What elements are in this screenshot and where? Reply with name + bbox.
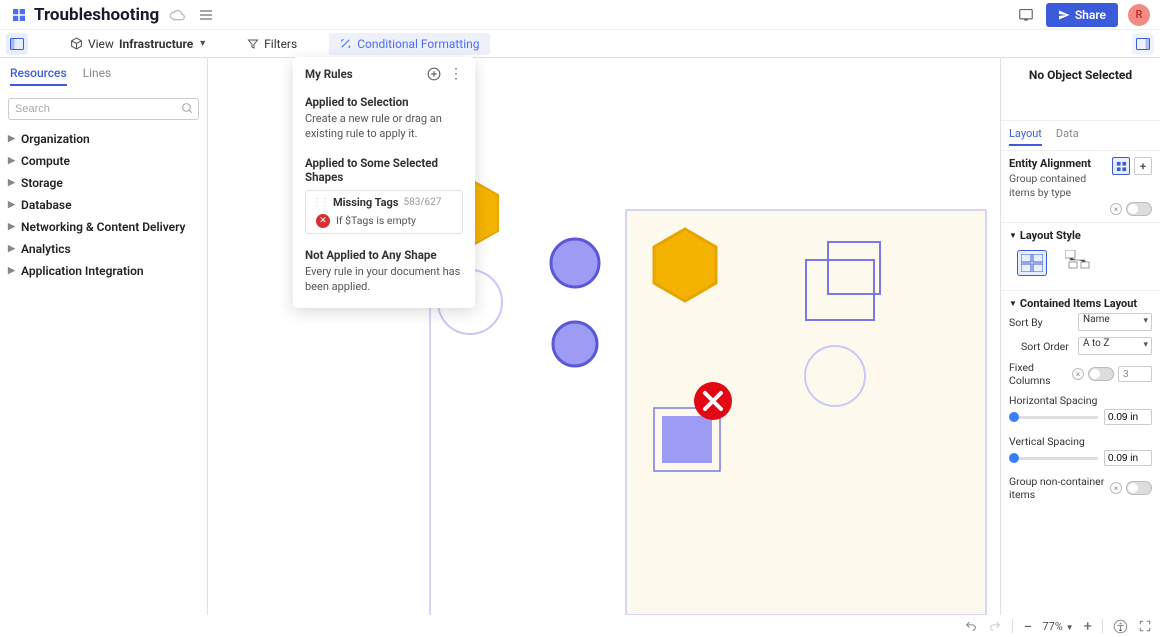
presentation-icon[interactable] bbox=[1018, 8, 1034, 22]
drag-handle-icon[interactable]: ⋮⋮ bbox=[312, 197, 328, 208]
rule-name: Missing Tags bbox=[333, 196, 398, 209]
magic-wand-icon bbox=[339, 37, 352, 50]
hspacing-label: Horizontal Spacing bbox=[1009, 390, 1152, 407]
entity-alignment-title: Entity Alignment bbox=[1009, 157, 1112, 170]
tree-item-networking[interactable]: ▶Networking & Content Delivery bbox=[8, 216, 199, 238]
cf-sec-not-applied-title: Not Applied to Any Shape bbox=[305, 248, 463, 262]
chevron-right-icon: ▶ bbox=[8, 266, 18, 276]
chevron-right-icon: ▶ bbox=[8, 156, 18, 166]
hspacing-slider[interactable] bbox=[1009, 416, 1098, 419]
sort-by-select[interactable]: Name bbox=[1078, 313, 1152, 331]
sidebar-tab-resources[interactable]: Resources bbox=[10, 66, 67, 86]
right-panel-toggle[interactable] bbox=[1132, 33, 1154, 55]
rule-card-missing-tags[interactable]: ⋮⋮ Missing Tags 583/627 ✕ If $Tags is em… bbox=[305, 190, 463, 234]
document-title: Troubleshooting bbox=[34, 5, 159, 25]
sort-order-label: Sort Order bbox=[1021, 340, 1069, 353]
group-nc-clear-icon[interactable]: × bbox=[1110, 482, 1122, 494]
cf-sec-not-applied-desc: Every rule in your document has been app… bbox=[305, 265, 463, 295]
layout-style-title: ▼Layout Style bbox=[1009, 229, 1152, 242]
search-icon[interactable] bbox=[181, 102, 194, 115]
rule-condition: If $Tags is empty bbox=[336, 214, 416, 227]
right-sidebar: No Object Selected Layout Data Entity Al… bbox=[1000, 58, 1160, 615]
cf-sec-some-selected-title: Applied to Some Selected Shapes bbox=[305, 156, 463, 184]
accessibility-icon[interactable] bbox=[1113, 619, 1128, 634]
tree-item-compute[interactable]: ▶Compute bbox=[8, 150, 199, 172]
share-label: Share bbox=[1075, 8, 1106, 22]
layout-style-tree[interactable] bbox=[1065, 250, 1095, 276]
hspacing-input[interactable] bbox=[1104, 409, 1152, 425]
zoom-value[interactable]: 77% ▼ bbox=[1042, 620, 1073, 633]
sort-by-label: Sort By bbox=[1009, 316, 1043, 329]
view-value: Infrastructure bbox=[119, 37, 193, 51]
fullscreen-button[interactable] bbox=[1138, 619, 1152, 633]
cf-label: Conditional Formatting bbox=[357, 37, 479, 51]
redo-button[interactable] bbox=[988, 620, 1002, 633]
left-panel-toggle[interactable] bbox=[6, 33, 28, 55]
rule-count: 583/627 bbox=[403, 197, 441, 208]
fixed-col-clear-icon[interactable]: × bbox=[1072, 368, 1084, 380]
filters-label: Filters bbox=[264, 37, 297, 51]
fixed-columns-toggle[interactable] bbox=[1088, 367, 1114, 381]
app-logo-icon bbox=[10, 6, 28, 24]
tree-item-analytics[interactable]: ▶Analytics bbox=[8, 238, 199, 260]
chevron-right-icon: ▶ bbox=[8, 200, 18, 210]
align-add-button[interactable]: + bbox=[1134, 157, 1152, 175]
view-dropdown[interactable]: View Infrastructure ▼ bbox=[64, 34, 213, 54]
cloud-sync-icon[interactable] bbox=[169, 8, 185, 22]
entity-alignment-desc: Group contained items by type bbox=[1009, 172, 1112, 199]
add-rule-icon[interactable] bbox=[427, 67, 441, 81]
cf-sec-applied-selection-desc: Create a new rule or drag an existing ru… bbox=[305, 112, 463, 142]
hamburger-menu-icon[interactable] bbox=[199, 9, 213, 21]
header: Troubleshooting Share R bbox=[0, 0, 1160, 30]
cube-icon bbox=[70, 37, 83, 50]
toolbar: View Infrastructure ▼ Filters Conditiona… bbox=[0, 30, 1160, 58]
conditional-formatting-button[interactable]: Conditional Formatting bbox=[329, 33, 489, 55]
tree-item-organization[interactable]: ▶Organization bbox=[8, 128, 199, 150]
cf-sec-applied-selection-title: Applied to Selection bbox=[305, 95, 463, 109]
toggle-clear-icon[interactable]: × bbox=[1110, 203, 1122, 215]
fixed-columns-input[interactable] bbox=[1118, 366, 1152, 382]
tree-item-database[interactable]: ▶Database bbox=[8, 194, 199, 216]
entity-group-toggle[interactable] bbox=[1126, 202, 1152, 216]
chevron-down-icon: ▼ bbox=[198, 38, 207, 49]
right-header-title: No Object Selected bbox=[1001, 58, 1160, 92]
group-noncontainer-toggle[interactable] bbox=[1126, 481, 1152, 495]
search-input[interactable] bbox=[8, 98, 199, 120]
chevron-down-icon: ▼ bbox=[1066, 623, 1074, 632]
right-tab-layout[interactable]: Layout bbox=[1009, 121, 1042, 146]
error-badge-icon: ✕ bbox=[316, 214, 330, 228]
filters-button[interactable]: Filters bbox=[241, 34, 303, 54]
fixed-columns-label: Fixed Columns bbox=[1009, 361, 1072, 387]
tree-item-application-integration[interactable]: ▶Application Integration bbox=[8, 260, 199, 282]
left-sidebar: Resources Lines ▶Organization ▶Compute ▶… bbox=[0, 58, 208, 615]
vspacing-label: Vertical Spacing bbox=[1009, 431, 1152, 448]
cf-panel-title: My Rules bbox=[305, 67, 353, 81]
layout-style-grid[interactable] bbox=[1017, 250, 1047, 276]
view-label: View bbox=[88, 37, 114, 51]
chevron-right-icon: ▶ bbox=[8, 178, 18, 188]
contained-layout-title: ▼Contained Items Layout bbox=[1009, 297, 1152, 310]
filter-icon bbox=[247, 38, 259, 50]
sidebar-tab-lines[interactable]: Lines bbox=[83, 66, 112, 86]
right-tab-data[interactable]: Data bbox=[1056, 121, 1079, 146]
vspacing-slider[interactable] bbox=[1009, 457, 1098, 460]
share-button[interactable]: Share bbox=[1046, 3, 1118, 27]
zoom-in-button[interactable]: + bbox=[1083, 617, 1092, 635]
chevron-right-icon: ▶ bbox=[8, 222, 18, 232]
sort-order-select[interactable]: A to Z bbox=[1078, 337, 1152, 355]
status-bar: − 77% ▼ + bbox=[0, 615, 1160, 637]
undo-button[interactable] bbox=[964, 620, 978, 633]
chevron-right-icon: ▶ bbox=[8, 244, 18, 254]
group-noncontainer-label: Group non-container items bbox=[1009, 475, 1110, 501]
more-options-icon[interactable]: ⋮ bbox=[449, 67, 463, 81]
vspacing-input[interactable] bbox=[1104, 450, 1152, 466]
user-avatar[interactable]: R bbox=[1128, 4, 1150, 26]
tree-item-storage[interactable]: ▶Storage bbox=[8, 172, 199, 194]
chevron-right-icon: ▶ bbox=[8, 134, 18, 144]
zoom-out-button[interactable]: − bbox=[1023, 617, 1032, 636]
align-grid-button[interactable] bbox=[1112, 157, 1130, 175]
conditional-formatting-panel: My Rules ⋮ Applied to Selection Create a… bbox=[293, 57, 475, 308]
